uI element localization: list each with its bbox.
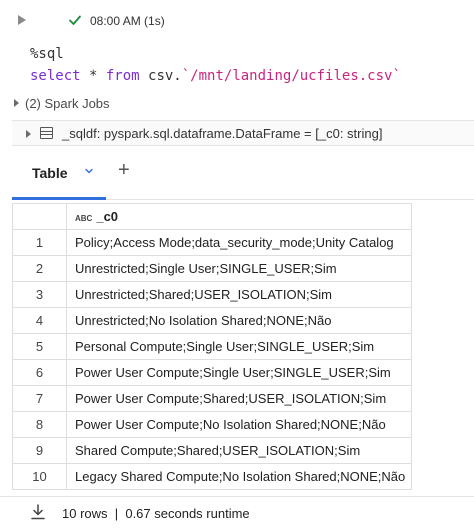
string-type-icon: ABC [75, 214, 93, 223]
cell-value[interactable]: Unrestricted;Single User;SINGLE_USER;Sim [66, 255, 412, 282]
check-icon [69, 15, 81, 25]
result-tabs: Table + [12, 148, 474, 200]
expand-caret-icon [14, 99, 19, 107]
row-index: 4 [12, 307, 67, 334]
run-cell-icon[interactable] [18, 15, 26, 25]
cell-value[interactable]: Personal Compute;Single User;SINGLE_USER… [66, 333, 412, 360]
chevron-down-icon[interactable] [84, 166, 94, 176]
row-index: 3 [12, 281, 67, 308]
result-summary: 10 rows | 0.67 seconds runtime [62, 506, 250, 521]
table-row: 5 Personal Compute;Single User;SINGLE_USE… [12, 333, 412, 360]
cell-value[interactable]: Power User Compute;No Isolation Shared;N… [66, 411, 412, 438]
row-index: 9 [12, 437, 67, 464]
column-header-label: _c0 [96, 209, 119, 224]
row-index: 8 [12, 411, 67, 438]
row-index-header [12, 203, 67, 230]
code-editor[interactable]: %sql select * from csv.`/mnt/landing/ucf… [30, 43, 401, 87]
cell-value[interactable]: Unrestricted;No Isolation Shared;NONE;Nã… [66, 307, 412, 334]
table-header-row: ABC _c0 [12, 203, 412, 230]
table-body: 1 Policy;Access Mode;data_security_mode;U… [12, 229, 412, 490]
table-row: 2 Unrestricted;Single User;SINGLE_USER;Si… [12, 255, 412, 282]
select-star: * [80, 68, 106, 84]
cell-value[interactable]: Shared Compute;Shared;USER_ISOLATION;Sim [66, 437, 412, 464]
dataframe-schema-label: _sqldf: pyspark.sql.dataframe.DataFrame … [62, 126, 383, 141]
row-index: 5 [12, 333, 67, 360]
cell-value[interactable]: Policy;Access Mode;data_security_mode;Un… [66, 229, 412, 256]
row-index: 6 [12, 359, 67, 386]
table-row: 6 Power User Compute;Single User;SINGLE_U… [12, 359, 412, 386]
table-row: 3 Unrestricted;Shared;USER_ISOLATION;Sim [12, 281, 412, 308]
keyword-select: select [30, 68, 81, 84]
cell-value[interactable]: Power User Compute;Single User;SINGLE_US… [66, 359, 412, 386]
cell-value[interactable]: Legacy Shared Compute;No Isolation Share… [66, 463, 412, 490]
table-row: 8 Power User Compute;No Isolation Shared;… [12, 411, 412, 438]
source-prefix: csv. [139, 68, 182, 84]
sql-magic: %sql [30, 46, 64, 62]
column-header-c0[interactable]: ABC _c0 [66, 203, 412, 230]
active-tab-indicator [12, 197, 106, 200]
row-index: 7 [12, 385, 67, 412]
table-row: 1 Policy;Access Mode;data_security_mode;U… [12, 229, 412, 256]
cell-value[interactable]: Unrestricted;Shared;USER_ISOLATION;Sim [66, 281, 412, 308]
row-index: 2 [12, 255, 67, 282]
add-visualization-button[interactable]: + [118, 160, 130, 180]
code-line-2: select * from csv.`/mnt/landing/ucfiles.… [30, 65, 401, 87]
tab-table[interactable]: Table [32, 165, 68, 181]
cell-status-bar: 08:00 AM (1s) [0, 0, 474, 40]
keyword-from: from [105, 68, 140, 84]
results-table: ABC _c0 1 Policy;Access Mode;data_security… [12, 203, 412, 490]
spark-jobs-toggle[interactable]: (2) Spark Jobs [14, 96, 110, 111]
run-status-time: 08:00 AM (1s) [90, 14, 165, 28]
file-path-string: `/mnt/landing/ucfiles.csv` [181, 68, 401, 84]
table-row: 7 Power User Compute;Shared;USER_ISOLATIO… [12, 385, 412, 412]
download-icon[interactable] [30, 503, 46, 521]
table-row: 4 Unrestricted;No Isolation Shared;NONE;N… [12, 307, 412, 334]
table-row: 10 Legacy Shared Compute;No Isolation Sha… [12, 463, 412, 490]
table-icon [40, 127, 53, 139]
dataframe-info-bar: _sqldf: pyspark.sql.dataframe.DataFrame … [12, 120, 474, 146]
result-footer: 10 rows | 0.67 seconds runtime [0, 496, 474, 530]
row-index: 1 [12, 229, 67, 256]
expand-caret-icon[interactable] [26, 130, 31, 138]
row-index: 10 [12, 463, 67, 490]
cell-value[interactable]: Power User Compute;Shared;USER_ISOLATION… [66, 385, 412, 412]
table-row: 9 Shared Compute;Shared;USER_ISOLATION;Si… [12, 437, 412, 464]
code-line-1: %sql [30, 43, 401, 65]
spark-jobs-label: (2) Spark Jobs [25, 96, 110, 111]
